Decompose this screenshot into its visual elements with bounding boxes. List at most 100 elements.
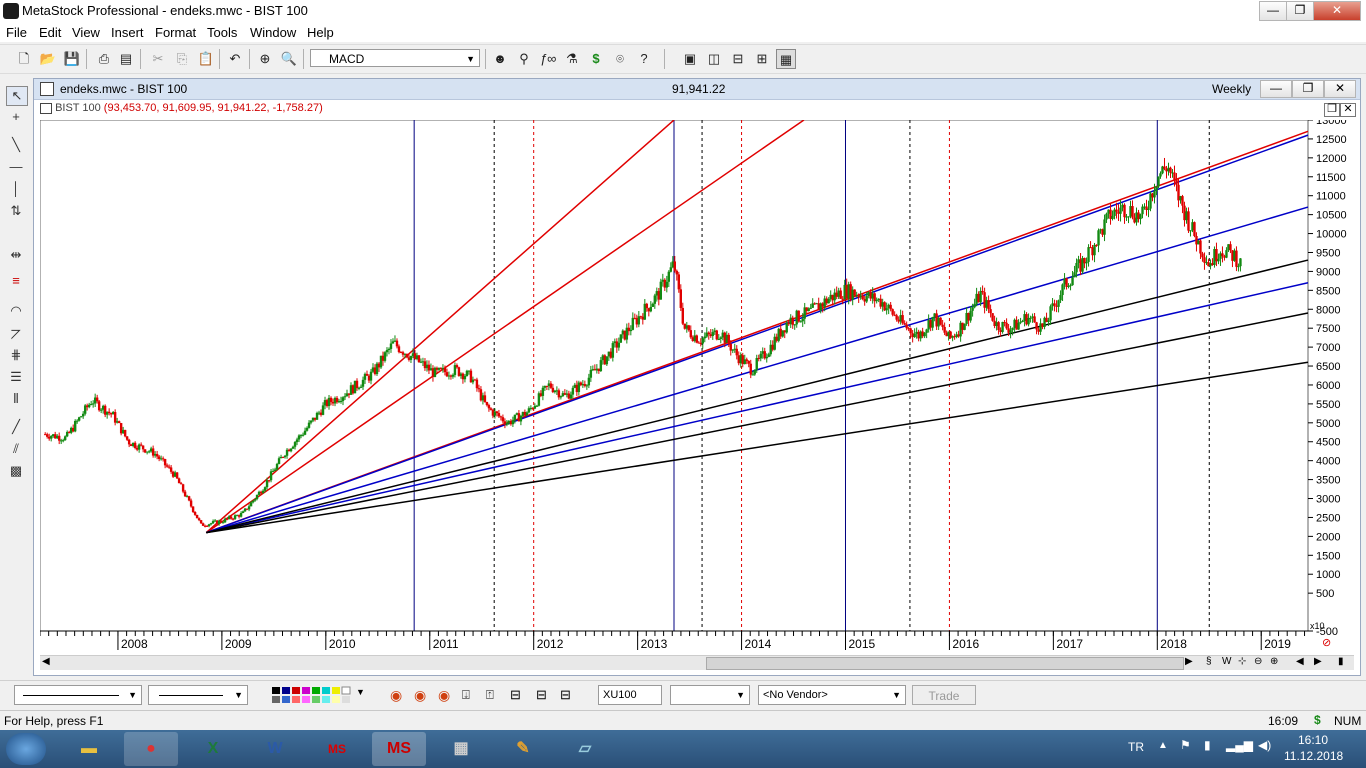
inner-restore-icon[interactable]: ❐	[1324, 103, 1340, 117]
copy-icon[interactable]: ⎘	[172, 49, 192, 69]
layout-toggle-icon[interactable]: ▦	[776, 49, 796, 69]
horizontal-line-icon[interactable]: —	[6, 158, 26, 176]
folder-icon[interactable]: ▬	[62, 732, 116, 766]
buy-sell-arrow-icon[interactable]: ⇅	[6, 202, 26, 220]
layout-bottom-icon[interactable]: ⊟	[560, 687, 571, 703]
network-icon[interactable]: ▂▄▆	[1226, 738, 1253, 752]
raff-channel-icon[interactable]: ▩	[6, 462, 26, 480]
layout-top-icon[interactable]: ⊟	[510, 687, 521, 703]
speed-line-icon[interactable]: ╱	[6, 418, 26, 436]
chrome-small-icon[interactable]: ◉	[414, 687, 426, 704]
clock-time[interactable]: 16:10	[1298, 733, 1328, 747]
tile-vertical-icon[interactable]: ◫	[704, 49, 724, 69]
cut-icon[interactable]: ✂	[148, 49, 168, 69]
menu-file[interactable]: File	[6, 25, 27, 40]
zoom-in-icon[interactable]: ⊕	[1270, 656, 1278, 667]
close-button[interactable]: ✕	[1313, 1, 1361, 21]
scroll-left-icon[interactable]: ◀	[42, 656, 50, 667]
line-style-select[interactable]: ▼	[14, 685, 142, 705]
scroll-right-icon[interactable]: ▶	[1185, 656, 1193, 667]
page-left-icon[interactable]: ◀	[1296, 656, 1304, 667]
tray-expand-icon[interactable]: ▲	[1158, 740, 1168, 751]
menu-help[interactable]: Help	[307, 25, 334, 40]
layout-middle-icon[interactable]: ⊟	[536, 687, 547, 703]
expert-advisor-icon[interactable]: ☻	[490, 49, 510, 69]
symbol-input[interactable]: XU100	[598, 685, 662, 705]
menu-view[interactable]: View	[72, 25, 100, 40]
minimize-button[interactable]: —	[1259, 1, 1287, 21]
menu-format[interactable]: Format	[155, 25, 196, 40]
inner-close-icon[interactable]: ✕	[1340, 103, 1356, 117]
horizontal-scrollbar[interactable]: ◀ ▶ § W ⊹ ⊖ ⊕ ◀ ▶ ▮	[40, 655, 1354, 670]
print-icon[interactable]: ⎙	[94, 49, 114, 69]
volume-icon[interactable]: ◀)	[1258, 738, 1271, 752]
start-button[interactable]	[6, 733, 46, 765]
tile-grid-icon[interactable]: ⊞	[752, 49, 772, 69]
paint-icon[interactable]: ✎	[496, 732, 550, 766]
language-indicator[interactable]: TR	[1128, 740, 1144, 754]
zoom-out-icon[interactable]: ⊹	[1238, 656, 1246, 667]
chrome-small-icon[interactable]: ◉	[438, 687, 450, 704]
system-tester-icon[interactable]: $	[586, 49, 606, 69]
scroll-thumb[interactable]	[706, 657, 1184, 670]
page-right-icon[interactable]: ▶	[1314, 656, 1322, 667]
chart-maximize-button[interactable]: ❐	[1292, 80, 1324, 98]
chevron-down-icon[interactable]: ▼	[356, 687, 365, 697]
zoom-reset-icon[interactable]: ⊖	[1254, 656, 1262, 667]
metastock-icon[interactable]: MS	[372, 732, 426, 766]
security-select[interactable]: ▼	[670, 685, 750, 705]
tile-horizontal-icon[interactable]: ⊟	[728, 49, 748, 69]
color-palette[interactable]	[270, 686, 354, 704]
clock-date[interactable]: 11.12.2018	[1284, 749, 1343, 763]
fibonacci-arcs-icon[interactable]: ◠	[6, 302, 26, 320]
crosshair-icon[interactable]: ⊕	[255, 49, 275, 69]
trendline-tool-icon[interactable]: ╲	[6, 136, 26, 154]
excel-icon[interactable]: X	[186, 732, 240, 766]
line-weight-select[interactable]: ▼	[148, 685, 248, 705]
scale-toggle-icon[interactable]: §	[1206, 656, 1212, 667]
open-folder-icon[interactable]: 📂	[38, 49, 58, 69]
chart-close-button[interactable]: ✕	[1324, 80, 1356, 98]
formula-icon[interactable]: ƒ∞	[538, 49, 558, 69]
menu-tools[interactable]: Tools	[207, 25, 237, 40]
price-chart[interactable]: 13000 12500 12000 11500 11000 10500 10000 9500 9…	[40, 120, 1358, 675]
pointer-icon[interactable]: ↖	[6, 86, 28, 106]
gann-fan-icon[interactable]: ⦢	[6, 326, 26, 344]
zoom-icon[interactable]: 🔍	[279, 49, 299, 69]
menu-window[interactable]: Window	[250, 25, 296, 40]
help-pointer-icon[interactable]: ?	[634, 49, 654, 69]
vendor-select[interactable]: <No Vendor> ▼	[758, 685, 906, 705]
save-icon[interactable]: 💾	[62, 49, 82, 69]
indicator-select[interactable]: MACD ▼	[310, 49, 480, 67]
quadrant-lines-icon[interactable]: ⫽	[6, 440, 26, 458]
metastock-downloader-icon[interactable]: MS	[310, 732, 364, 766]
menu-edit[interactable]: Edit	[39, 25, 61, 40]
weekly-toggle-icon[interactable]: W	[1222, 656, 1231, 667]
trade-button[interactable]: Trade	[912, 685, 976, 705]
vertical-line-icon[interactable]: │	[6, 180, 26, 198]
export-icon[interactable]: ⍐	[486, 687, 494, 703]
notepad-icon[interactable]: ▱	[558, 732, 612, 766]
calculator-icon[interactable]: ▦	[434, 732, 488, 766]
flag-icon[interactable]: ⚑	[1180, 738, 1191, 752]
crosshair-tool-icon[interactable]: +	[6, 108, 26, 126]
cascade-windows-icon[interactable]: ▣	[680, 49, 700, 69]
word-icon[interactable]: W	[248, 732, 302, 766]
import-icon[interactable]: ⍗	[462, 687, 470, 703]
explorer-icon[interactable]: ⚲	[514, 49, 534, 69]
chrome-small-icon[interactable]: ◉	[390, 687, 402, 704]
chart-minimize-button[interactable]: —	[1260, 80, 1292, 98]
symbol-tool-icon[interactable]: ≡	[6, 272, 26, 290]
retracement-icon[interactable]: ☰	[6, 368, 26, 386]
page-end-icon[interactable]: ▮	[1338, 656, 1344, 667]
fibonacci-fan-icon[interactable]: ⋕	[6, 346, 26, 364]
battery-icon[interactable]: ▮	[1204, 738, 1211, 752]
print-preview-icon[interactable]: ▤	[116, 49, 136, 69]
chrome-icon[interactable]: ●	[124, 732, 178, 766]
undo-icon[interactable]: ↶	[225, 49, 245, 69]
menu-insert[interactable]: Insert	[111, 25, 144, 40]
cycle-lines-icon[interactable]: ⦀	[6, 390, 26, 408]
indicator-builder-icon[interactable]: ⚗	[562, 49, 582, 69]
maximize-button[interactable]: ❐	[1286, 1, 1314, 21]
paste-icon[interactable]: 📋	[196, 49, 216, 69]
